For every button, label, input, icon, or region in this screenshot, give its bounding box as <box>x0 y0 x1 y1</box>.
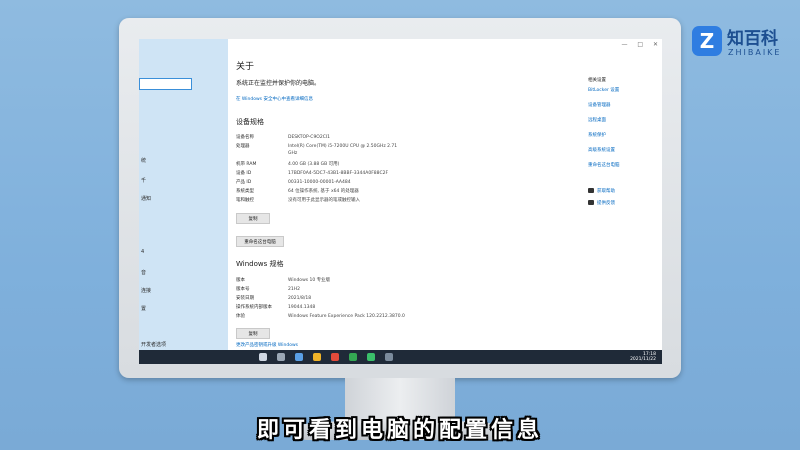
help-icon <box>588 188 594 193</box>
sidebar-item[interactable]: 通知 <box>141 195 151 202</box>
chrome-icon[interactable] <box>349 353 357 361</box>
rename-pc-button[interactable]: 重命名这台电脑 <box>236 236 284 247</box>
settings-sidebar: 统 千 通知 4 音 连接 置 开发者选项 <box>139 39 228 350</box>
sidebar-item[interactable]: 音 <box>141 269 146 276</box>
screen: 统 千 通知 4 音 连接 置 开发者选项 — □ ✕ 关于 系统正在监控并保护… <box>139 39 662 364</box>
folder-icon[interactable] <box>313 353 321 361</box>
spec-row: 操作系统内部版本 19044.1348 <box>236 305 316 310</box>
copy-device-spec-button[interactable]: 复制 <box>236 213 270 224</box>
change-product-key-link[interactable]: 更改产品密钥或升级 Windows <box>236 342 298 348</box>
wechat-icon[interactable] <box>367 353 375 361</box>
settings-icon[interactable] <box>385 353 393 361</box>
page-title: 关于 <box>236 62 255 72</box>
logo-text-cn: 知百科 <box>727 29 778 49</box>
related-link-remote-desktop[interactable]: 远程桌面 <box>588 117 606 123</box>
sidebar-item[interactable]: 统 <box>141 157 146 164</box>
taskbar: 17:18 2021/11/22 <box>139 350 662 364</box>
related-link-rename[interactable]: 重命名这台电脑 <box>588 162 620 168</box>
spec-row: 机带 RAM 4.00 GB (3.88 GB 可用) <box>236 162 340 167</box>
video-subtitle: 即可看到电脑的配置信息 <box>256 418 543 443</box>
sidebar-item[interactable]: 千 <box>141 177 146 184</box>
spec-row: 处理器 Intel(R) Core(TM) i5-7200U CPU @ 2.50… <box>236 144 398 149</box>
sidebar-item[interactable]: 4 <box>141 249 144 255</box>
spec-row: 产品 ID 00331-10000-00001-AA484 <box>236 180 351 185</box>
minimize-icon[interactable]: — <box>621 41 627 48</box>
maximize-icon[interactable]: □ <box>637 41 643 48</box>
related-settings-heading: 相关设置 <box>588 78 606 83</box>
app-icon[interactable] <box>331 353 339 361</box>
spec-row: 版本号 21H2 <box>236 287 300 292</box>
security-center-link[interactable]: 在 Windows 安全中心中查看详细信息 <box>236 96 313 102</box>
spec-row: 设备名称 DESKTOP-C9O2CI1 <box>236 135 331 140</box>
related-link-bitlocker[interactable]: BitLocker 设置 <box>588 87 619 93</box>
search-icon[interactable] <box>277 353 285 361</box>
sidebar-item-developer[interactable]: 开发者选项 <box>141 341 166 348</box>
spec-row: 安装日期 2021/8/18 <box>236 296 312 301</box>
windows-spec-heading: Windows 规格 <box>236 260 284 268</box>
device-spec-heading: 设备规格 <box>236 118 264 126</box>
spec-row: 体验 Windows Feature Experience Pack 120.22… <box>236 314 405 319</box>
spec-row: 笔和触控 没有可用于此显示器的笔或触控输入 <box>236 198 360 203</box>
spec-row: 设备 ID 17BDF0A4-5DC7-43B1-8BBF-3344A0F88C2… <box>236 171 389 176</box>
taskbar-clock[interactable]: 17:18 2021/11/22 <box>630 352 656 362</box>
sidebar-item[interactable]: 连接 <box>141 287 151 294</box>
settings-search-input[interactable] <box>139 78 192 90</box>
help-link[interactable]: 获取帮助 <box>588 188 615 194</box>
sidebar-item[interactable]: 置 <box>141 305 146 312</box>
related-link-system-protection[interactable]: 系统保护 <box>588 132 606 138</box>
window-controls: — □ ✕ <box>613 41 658 48</box>
related-link-device-manager[interactable]: 设备管理器 <box>588 102 611 108</box>
logo-mark: Z <box>692 26 722 56</box>
related-link-advanced-settings[interactable]: 高级系统设置 <box>588 147 615 153</box>
close-icon[interactable]: ✕ <box>653 41 658 48</box>
browser-icon[interactable] <box>295 353 303 361</box>
settings-main: — □ ✕ 关于 系统正在监控并保护你的电脑。 在 Windows 安全中心中查… <box>228 39 662 350</box>
spec-row: GHz <box>288 151 298 156</box>
zhibaike-logo: Z 知百科 ZHIBAIKE <box>692 24 796 70</box>
feedback-icon <box>588 200 594 205</box>
spec-row: 版本 Windows 10 专业版 <box>236 278 331 283</box>
spec-row: 系统类型 64 位操作系统, 基于 x64 的处理器 <box>236 189 359 194</box>
protect-status: 系统正在监控并保护你的电脑。 <box>236 80 321 87</box>
logo-text-en: ZHIBAIKE <box>728 48 782 57</box>
start-icon[interactable] <box>259 353 267 361</box>
feedback-link[interactable]: 提供反馈 <box>588 200 615 206</box>
copy-windows-spec-button[interactable]: 复制 <box>236 328 270 339</box>
